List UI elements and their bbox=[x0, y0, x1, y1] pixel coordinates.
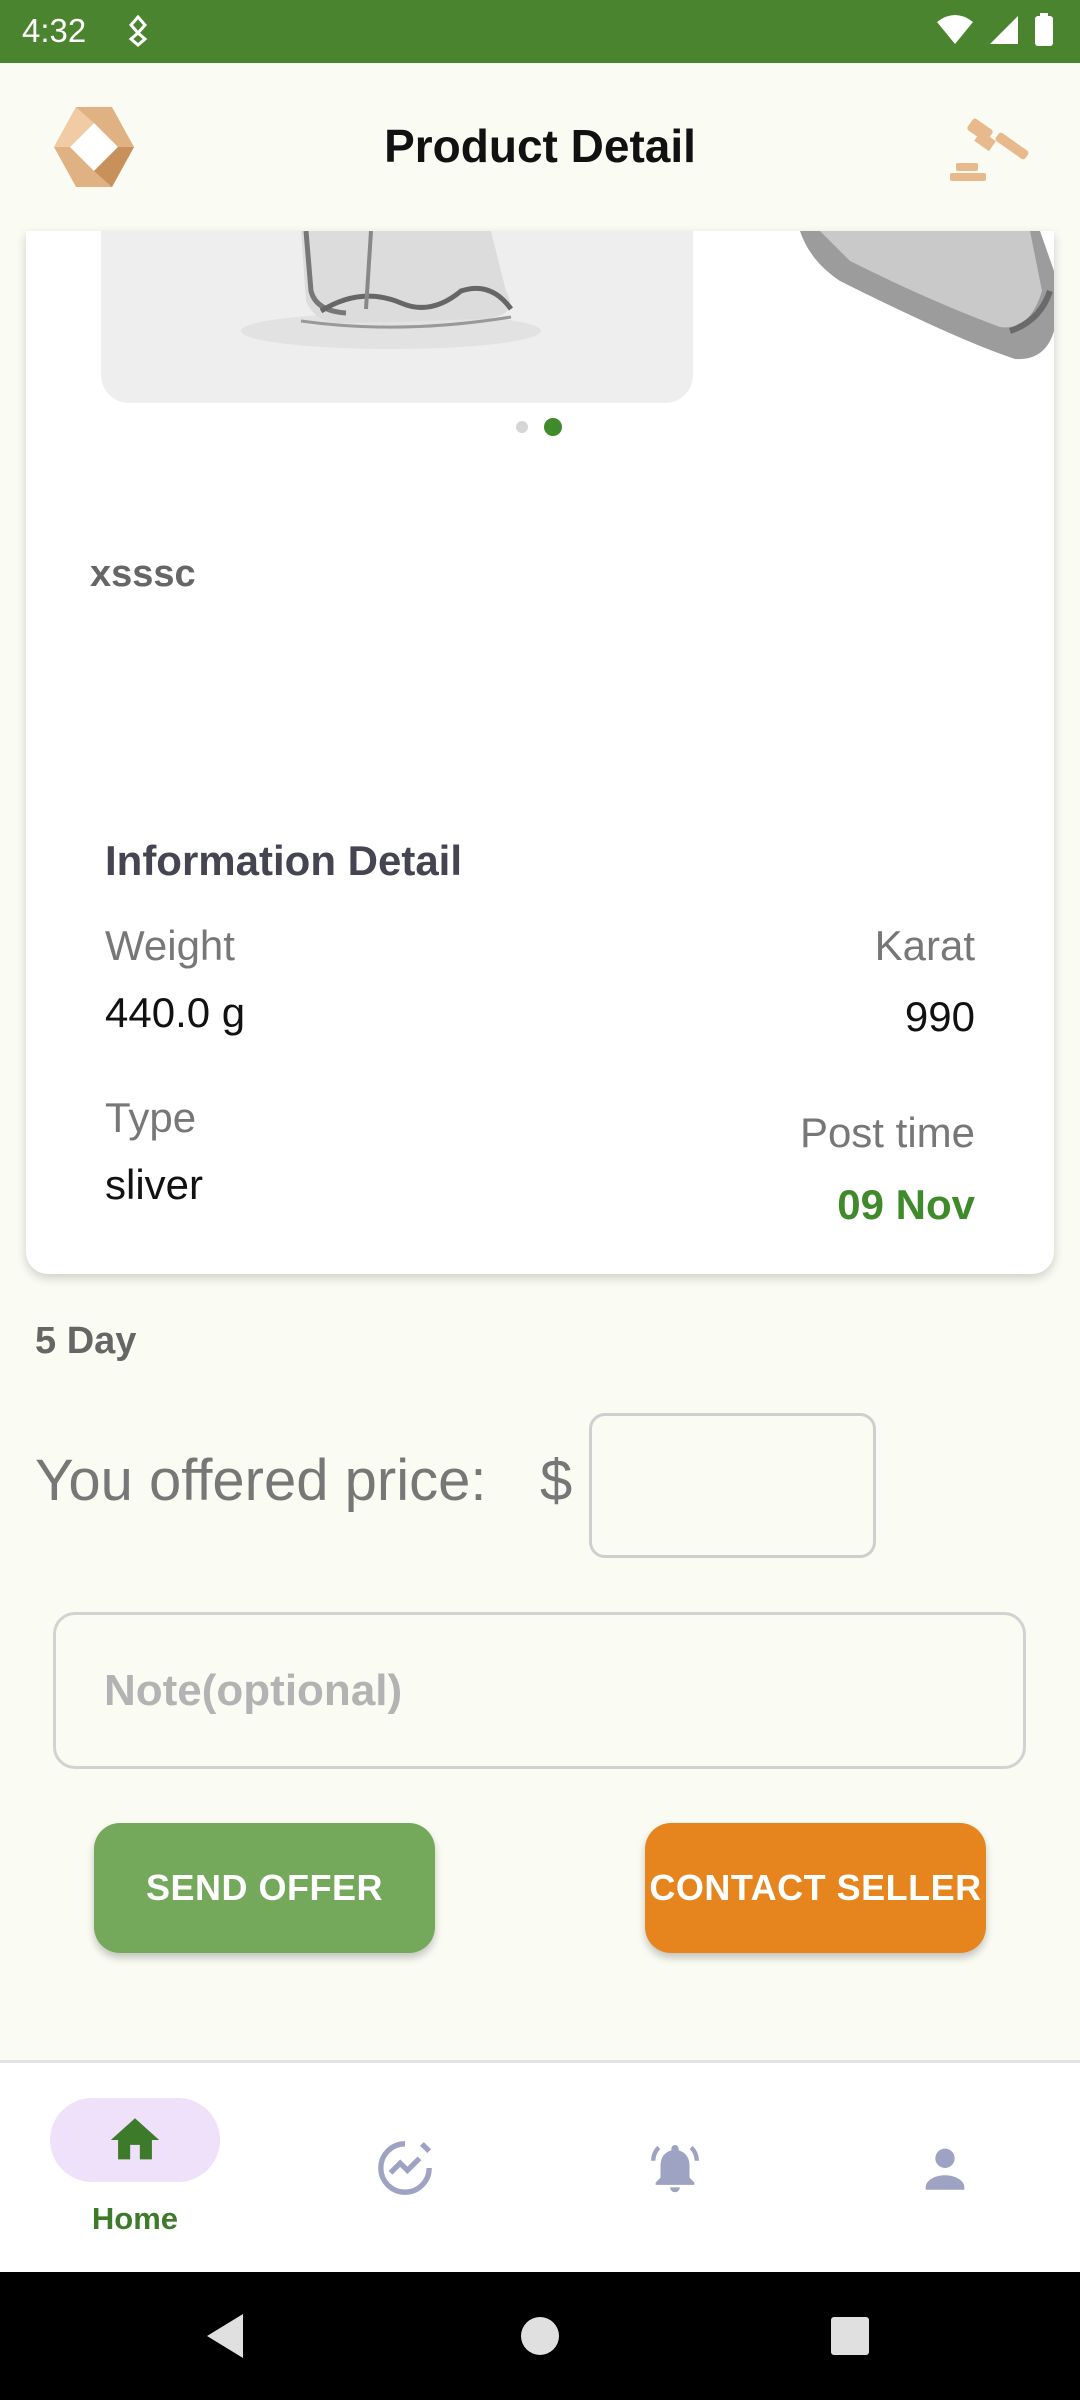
status-time: 4:32 bbox=[22, 12, 87, 49]
send-offer-button[interactable]: SEND OFFER bbox=[94, 1823, 435, 1953]
product-image-next[interactable] bbox=[780, 231, 1054, 361]
recents-square-icon bbox=[831, 2317, 869, 2355]
note-input[interactable] bbox=[53, 1612, 1026, 1769]
page-title: Product Detail bbox=[384, 120, 696, 172]
post-time-value: 09 Nov bbox=[837, 1181, 975, 1228]
battery-icon bbox=[1034, 13, 1054, 52]
profile-icon bbox=[916, 2139, 974, 2197]
post-time-label: Post time bbox=[799, 1109, 975, 1156]
nav-market-trend[interactable] bbox=[270, 2063, 540, 2275]
weight-label: Weight bbox=[105, 922, 235, 969]
offer-price-input[interactable] bbox=[589, 1413, 876, 1558]
carousel-dot[interactable] bbox=[516, 421, 528, 433]
data-saver-icon bbox=[126, 14, 150, 47]
days-remaining: 5 Day bbox=[35, 1320, 137, 1362]
product-image[interactable] bbox=[101, 231, 693, 403]
weight-value: 440.0 g bbox=[105, 989, 246, 1036]
product-name: xsssc bbox=[90, 553, 196, 595]
cell-signal-icon bbox=[988, 14, 1020, 51]
home-icon bbox=[106, 2111, 164, 2169]
contact-seller-button[interactable]: CONTACT SELLER bbox=[645, 1823, 986, 1953]
home-button[interactable] bbox=[480, 2272, 600, 2400]
nav-notifications[interactable] bbox=[540, 2063, 810, 2275]
status-bar: 4:32 bbox=[0, 0, 1080, 63]
type-label: Type bbox=[105, 1094, 197, 1141]
system-navigation-bar bbox=[0, 2272, 1080, 2400]
status-icons bbox=[936, 13, 1054, 52]
carousel-dot-active[interactable] bbox=[544, 418, 562, 436]
market-trend-icon bbox=[376, 2139, 434, 2197]
recents-button[interactable] bbox=[790, 2272, 910, 2400]
wifi-icon bbox=[936, 14, 974, 51]
nav-home[interactable]: Home bbox=[0, 2063, 270, 2275]
nav-profile[interactable] bbox=[810, 2063, 1080, 2275]
carousel-indicator bbox=[516, 418, 562, 436]
offer-price-label: You offered price: bbox=[35, 1448, 487, 1513]
app-bar: Product Detail bbox=[0, 63, 1080, 231]
currency-symbol: $ bbox=[540, 1448, 573, 1513]
karat-label: Karat bbox=[874, 922, 975, 969]
nav-home-label: Home bbox=[91, 2201, 179, 2236]
bottom-navigation: Home bbox=[0, 2060, 1080, 2272]
info-detail-heading: Information Detail bbox=[105, 837, 463, 884]
back-button[interactable] bbox=[165, 2272, 285, 2400]
product-card: xsssc Information Detail Weight 440.0 g … bbox=[26, 231, 1054, 1274]
auction-gavel-button[interactable] bbox=[946, 103, 1036, 193]
type-value: sliver bbox=[105, 1161, 204, 1208]
home-circle-icon bbox=[521, 2317, 559, 2355]
back-icon bbox=[207, 2314, 243, 2358]
karat-value: 990 bbox=[904, 993, 975, 1040]
notification-bell-icon bbox=[646, 2139, 704, 2197]
